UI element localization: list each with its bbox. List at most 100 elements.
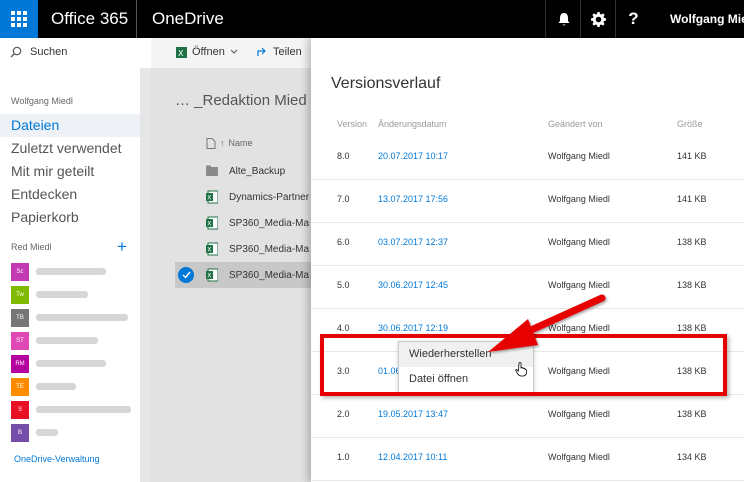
version-date-link[interactable]: 30.06.2017 12:45 bbox=[378, 280, 448, 290]
group-item[interactable]: TE bbox=[11, 375, 131, 398]
group-list: Sc Tw TB ST RM TE S B bbox=[11, 260, 131, 444]
modified-by: Wolfgang Miedl bbox=[548, 366, 610, 376]
add-group-icon[interactable]: + bbox=[117, 237, 127, 257]
app-name[interactable]: OneDrive bbox=[152, 9, 224, 29]
group-badge: B bbox=[11, 423, 29, 442]
version-row[interactable]: 2.0 19.05.2017 13:47 Wolfgang Miedl 138 KB bbox=[311, 395, 744, 438]
group-name-blurred bbox=[36, 314, 128, 321]
modified-by: Wolfgang Miedl bbox=[548, 194, 610, 204]
group-item[interactable]: Sc bbox=[11, 260, 131, 283]
column-size[interactable]: Größe bbox=[677, 119, 703, 129]
group-item[interactable]: Tw bbox=[11, 283, 131, 306]
column-header-name[interactable]: ↑ Name bbox=[206, 138, 253, 149]
modified-by: Wolfgang Miedl bbox=[548, 323, 610, 333]
folder-icon bbox=[206, 164, 218, 178]
group-item[interactable]: S bbox=[11, 398, 131, 421]
file-name: SP360_Media-Ma bbox=[229, 269, 310, 281]
svg-text:X: X bbox=[207, 273, 211, 280]
file-type-icon bbox=[206, 138, 216, 149]
search-icon bbox=[10, 46, 22, 58]
command-bar: X Öffnen Teilen bbox=[151, 38, 311, 68]
group-item[interactable]: RM bbox=[11, 352, 131, 375]
version-number: 7.0 bbox=[337, 194, 350, 204]
file-size: 141 KB bbox=[677, 194, 707, 204]
scrollbar[interactable] bbox=[140, 68, 151, 482]
menu-item-restore[interactable]: Wiederherstellen bbox=[399, 342, 533, 367]
excel-file-icon: X bbox=[206, 190, 219, 204]
version-date-link[interactable]: 30.06.2017 12:19 bbox=[378, 323, 448, 333]
column-date[interactable]: Änderungsdatum bbox=[378, 119, 447, 129]
file-row[interactable]: X SP360_Media-Ma bbox=[175, 262, 311, 288]
file-size: 134 KB bbox=[677, 452, 707, 462]
sidebar-item-2[interactable]: Mit mir geteilt bbox=[0, 160, 140, 183]
share-button[interactable]: Teilen bbox=[257, 46, 302, 58]
modified-by: Wolfgang Miedl bbox=[548, 409, 610, 419]
modified-by: Wolfgang Miedl bbox=[548, 452, 610, 462]
version-date-link[interactable]: 12.04.2017 10:11 bbox=[378, 452, 447, 462]
version-row[interactable]: 5.0 30.06.2017 12:45 Wolfgang Miedl 138 KB bbox=[311, 266, 744, 309]
sort-arrow-icon: ↑ bbox=[220, 138, 225, 148]
checkmark-icon[interactable] bbox=[178, 267, 194, 283]
sidebar-item-3[interactable]: Entdecken bbox=[0, 183, 140, 206]
group-badge: S bbox=[11, 400, 29, 419]
svg-text:X: X bbox=[207, 221, 211, 228]
excel-file-icon: X bbox=[206, 242, 219, 256]
version-date-link[interactable]: 20.07.2017 10:17 bbox=[378, 151, 448, 161]
group-item[interactable]: B bbox=[11, 421, 131, 444]
sidebar-item-0[interactable]: Dateien bbox=[0, 114, 140, 137]
gear-icon[interactable] bbox=[580, 0, 616, 38]
hand-cursor-icon bbox=[515, 362, 527, 377]
version-date-link[interactable]: 19.05.2017 13:47 bbox=[378, 409, 448, 419]
help-icon[interactable]: ? bbox=[615, 0, 651, 38]
waffle-icon[interactable] bbox=[0, 0, 38, 38]
search-label: Suchen bbox=[30, 46, 68, 58]
file-row[interactable]: Alte_Backup bbox=[175, 158, 311, 184]
search-box[interactable]: Suchen bbox=[10, 46, 67, 58]
group-item[interactable]: TB bbox=[11, 306, 131, 329]
column-name-label: Name bbox=[228, 138, 253, 148]
open-button[interactable]: X Öffnen bbox=[176, 46, 238, 58]
version-number: 3.0 bbox=[337, 366, 350, 376]
version-row[interactable]: 1.0 12.04.2017 10:11 Wolfgang Miedl 134 KB bbox=[311, 438, 744, 481]
file-name: SP360_Media-Ma bbox=[229, 243, 310, 255]
svg-text:X: X bbox=[207, 195, 211, 202]
file-name: SP360_Media-Ma bbox=[229, 217, 310, 229]
nav-list: Dateien Zuletzt verwendet Mit mir geteilt E… bbox=[0, 114, 140, 229]
excel-file-icon: X bbox=[206, 216, 219, 230]
version-row[interactable]: 6.0 03.07.2017 12:37 Wolfgang Miedl 138 KB bbox=[311, 223, 744, 266]
breadcrumb[interactable]: … _Redaktion Mied bbox=[175, 92, 307, 109]
column-version[interactable]: Version bbox=[337, 119, 367, 129]
share-label: Teilen bbox=[273, 46, 302, 58]
help-glyph: ? bbox=[628, 9, 639, 28]
group-name-blurred bbox=[36, 429, 58, 436]
version-row[interactable]: 7.0 13.07.2017 17:56 Wolfgang Miedl 141 KB bbox=[311, 180, 744, 223]
svg-text:X: X bbox=[207, 247, 211, 254]
group-item[interactable]: ST bbox=[11, 329, 131, 352]
sidebar-item-1[interactable]: Zuletzt verwendet bbox=[0, 137, 140, 160]
bell-icon[interactable] bbox=[545, 0, 581, 38]
menu-item-open-file[interactable]: Datei öffnen bbox=[399, 367, 533, 392]
modified-by: Wolfgang Miedl bbox=[548, 237, 610, 247]
version-date-link[interactable]: 13.07.2017 17:56 bbox=[378, 194, 448, 204]
file-row[interactable]: X Dynamics-Partner bbox=[175, 184, 311, 210]
file-size: 141 KB bbox=[677, 151, 707, 161]
file-size: 138 KB bbox=[677, 323, 707, 333]
group-name-blurred bbox=[36, 406, 131, 413]
file-size: 138 KB bbox=[677, 366, 707, 376]
left-nav: Suchen Wolfgang Miedl Dateien Zuletzt ver… bbox=[0, 38, 140, 482]
version-date-link[interactable]: 03.07.2017 12:37 bbox=[378, 237, 448, 247]
panel-title: Versionsverlauf bbox=[331, 75, 441, 92]
user-name[interactable]: Wolfgang Miedl bbox=[670, 12, 744, 26]
brand-name[interactable]: Office 365 bbox=[51, 9, 128, 29]
nav-user-name: Wolfgang Miedl bbox=[11, 96, 73, 106]
group-badge: RM bbox=[11, 354, 29, 373]
file-row[interactable]: X SP360_Media-Ma bbox=[175, 210, 311, 236]
excel-icon: X bbox=[176, 46, 187, 58]
sidebar-item-4[interactable]: Papierkorb bbox=[0, 206, 140, 229]
open-label: Öffnen bbox=[192, 46, 225, 58]
column-modified-by[interactable]: Geändert von bbox=[548, 119, 603, 129]
version-number: 1.0 bbox=[337, 452, 350, 462]
onedrive-admin-link[interactable]: OneDrive-Verwaltung bbox=[14, 454, 100, 464]
version-row[interactable]: 8.0 20.07.2017 10:17 Wolfgang Miedl 141 KB bbox=[311, 137, 744, 180]
file-row[interactable]: X SP360_Media-Ma bbox=[175, 236, 311, 262]
